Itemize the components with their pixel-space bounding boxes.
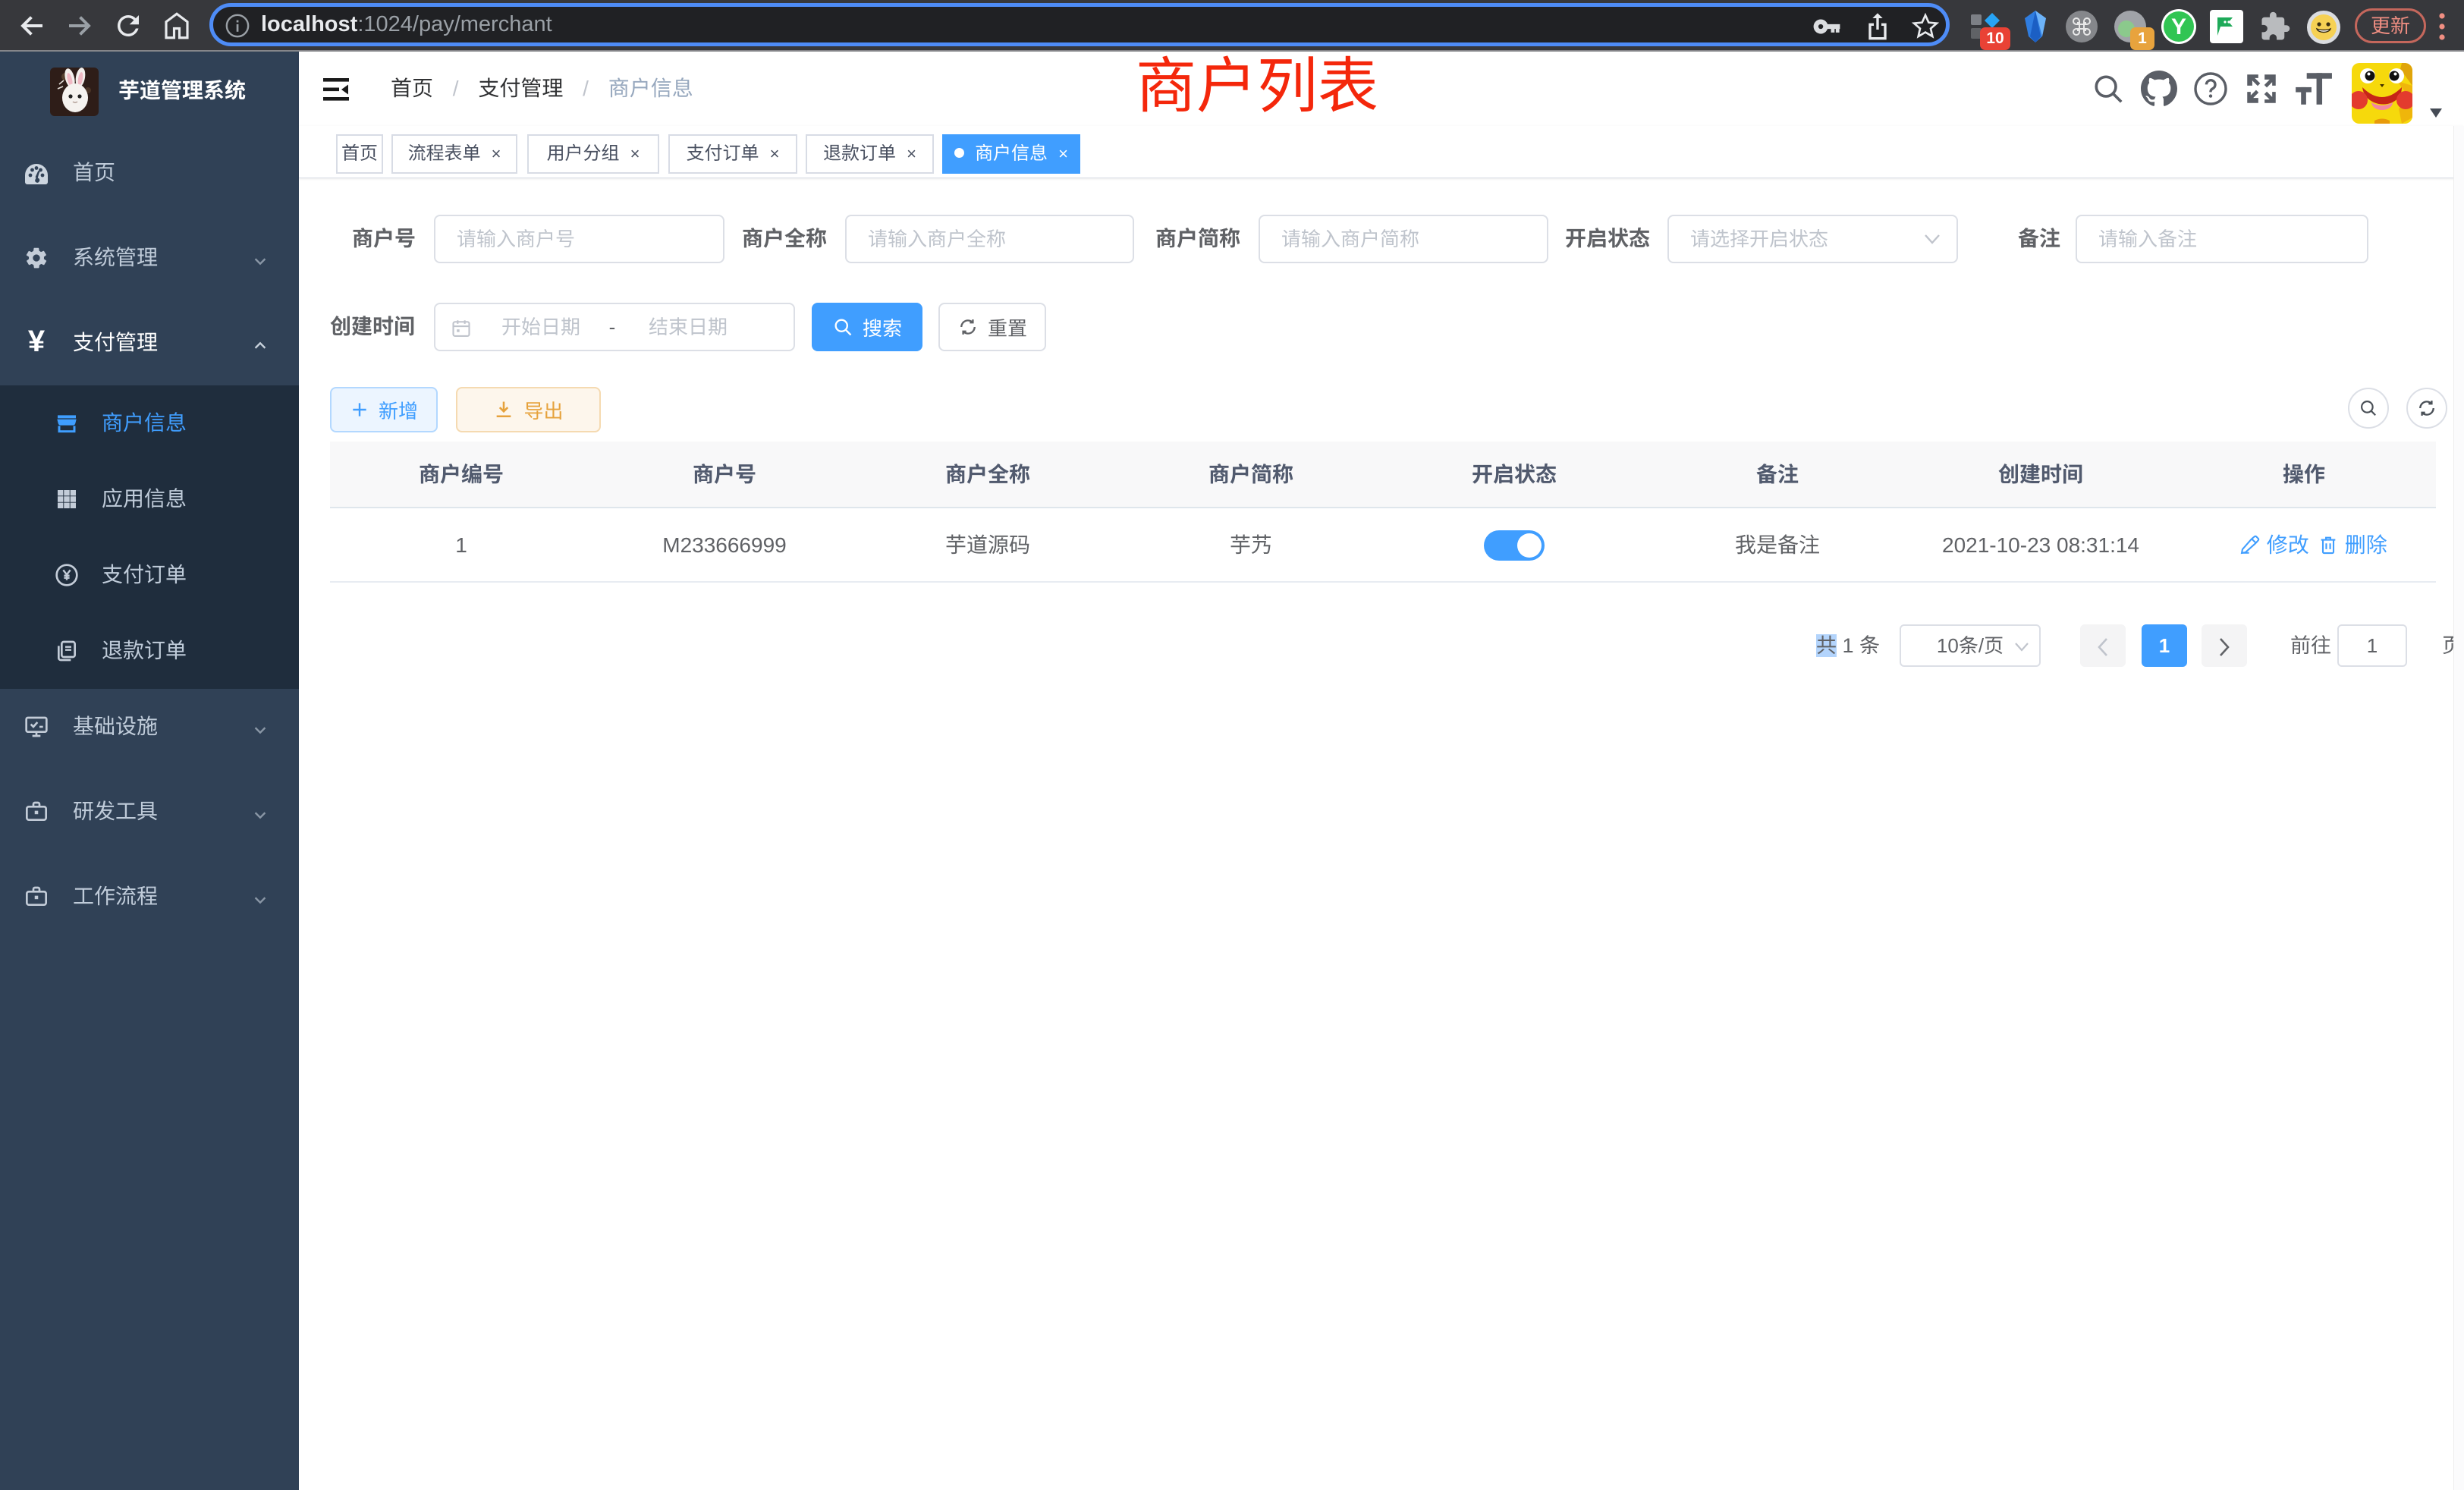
svg-text:Y: Y [2171,14,2186,39]
